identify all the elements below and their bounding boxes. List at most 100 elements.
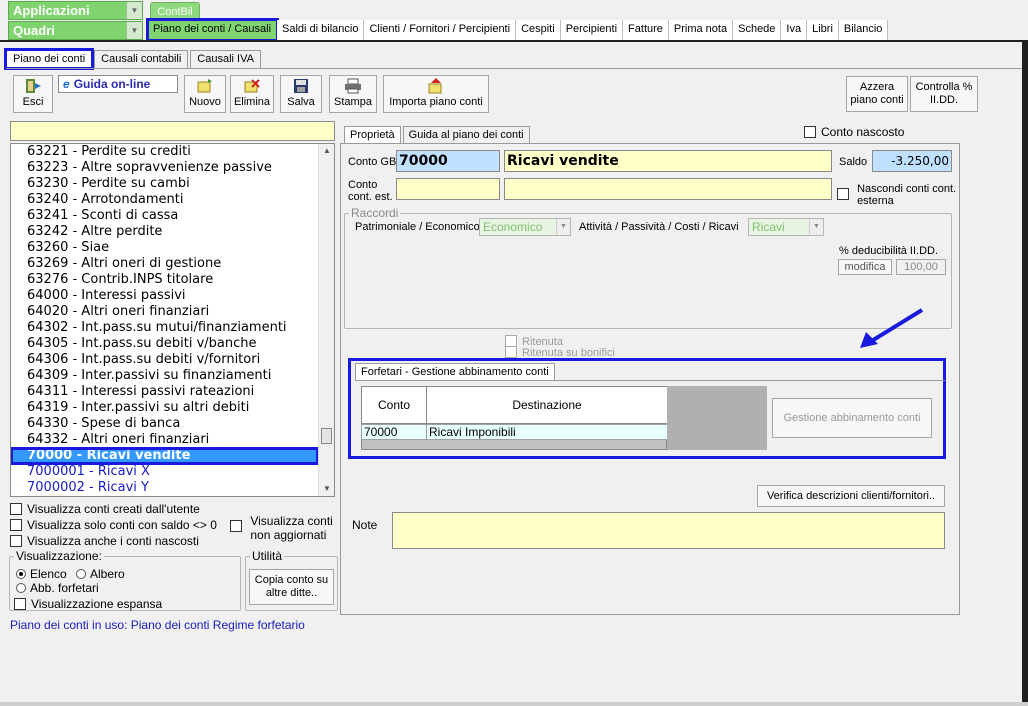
modifica-button[interactable]: modifica xyxy=(838,259,892,275)
conto-gb-desc-field[interactable]: Ricavi vendite xyxy=(504,150,832,172)
checkbox[interactable] xyxy=(10,503,22,515)
chevron-down-icon[interactable]: ▼ xyxy=(126,2,142,19)
list-item[interactable]: 63230 - Perdite su cambi xyxy=(11,176,318,192)
radio-icon[interactable] xyxy=(76,569,86,579)
azzera-button[interactable]: Azzera piano conti xyxy=(846,76,908,112)
menu-schede[interactable]: Schede xyxy=(733,20,782,40)
esci-button[interactable]: Esci xyxy=(13,75,53,113)
checkbox[interactable] xyxy=(230,520,242,532)
list-item[interactable]: 64330 - Spese di banca xyxy=(11,416,318,432)
list-item[interactable]: 64309 - Inter.passivi su finanziamenti xyxy=(11,368,318,384)
delete-icon xyxy=(244,79,260,93)
chevron-down-icon[interactable]: ▼ xyxy=(556,219,570,235)
checkbox[interactable] xyxy=(837,188,849,200)
list-item[interactable]: 64305 - Int.pass.su debiti v/banche xyxy=(11,336,318,352)
menu-percipienti[interactable]: Percipienti xyxy=(560,20,624,40)
list-item[interactable]: 64319 - Inter.passivi su altri debiti xyxy=(11,400,318,416)
list-scrollbar[interactable]: ▲ ▼ xyxy=(318,144,334,496)
list-item[interactable]: 64306 - Int.pass.su debiti v/fornitori xyxy=(11,352,318,368)
list-item-selected[interactable]: 70000 - Ricavi vendite xyxy=(11,447,319,465)
radio-elenco[interactable]: Elenco xyxy=(16,567,67,581)
checkbox[interactable] xyxy=(505,346,517,358)
list-item[interactable]: 63240 - Arrotondamenti xyxy=(11,192,318,208)
controlla-button[interactable]: Controlla % II.DD. xyxy=(910,76,978,112)
patr-select[interactable]: Economico ▼ xyxy=(479,218,571,236)
checkbox[interactable] xyxy=(10,535,22,547)
checkbox[interactable] xyxy=(14,598,26,610)
list-item[interactable]: 64020 - Altri oneri finanziari xyxy=(11,304,318,320)
radio-abb-forfetari[interactable]: Abb. forfetari xyxy=(16,581,99,595)
salva-button[interactable]: Salva xyxy=(280,75,322,113)
chk-solo-saldo[interactable]: Visualizza solo conti con saldo <> 0 xyxy=(10,518,217,532)
checkbox[interactable] xyxy=(804,126,816,138)
list-item[interactable]: 7000001 - Ricavi X xyxy=(11,464,318,480)
menu-cespiti[interactable]: Cespiti xyxy=(516,20,561,40)
copia-conto-button[interactable]: Copia conto su altre ditte.. xyxy=(249,569,334,605)
menu-libri[interactable]: Libri xyxy=(807,20,839,40)
list-item[interactable]: 64311 - Interessi passivi rateazioni xyxy=(11,384,318,400)
checkbox[interactable] xyxy=(10,519,22,531)
quadri-combo[interactable]: Quadri ▼ xyxy=(8,21,143,40)
nuovo-button[interactable]: Nuovo xyxy=(184,75,226,113)
list-item[interactable]: 63269 - Altri oneri di gestione xyxy=(11,256,318,272)
tab-proprieta[interactable]: Proprietà xyxy=(344,126,401,143)
scroll-thumb[interactable] xyxy=(321,428,332,444)
menu-prima-nota[interactable]: Prima nota xyxy=(668,20,734,40)
menu-piano-conti[interactable]: Piano dei conti / Causali xyxy=(145,18,280,42)
chk-nascondi-est[interactable]: Nascondi conti cont. esterna xyxy=(837,183,956,207)
applicazioni-combo[interactable]: Applicazioni ▼ xyxy=(8,1,143,20)
importa-button[interactable]: Importa piano conti xyxy=(383,75,489,113)
list-item[interactable]: 63223 - Altre sopravvenienze passive xyxy=(11,160,318,176)
search-input[interactable] xyxy=(10,121,335,141)
conto-gb-code-field[interactable]: 70000 xyxy=(396,150,500,172)
chk-non-aggiornati[interactable]: Visualizza conti non aggiornati xyxy=(230,514,333,542)
nuovo-label: Nuovo xyxy=(189,96,221,108)
scroll-up-icon[interactable]: ▲ xyxy=(319,144,334,158)
grid-cell-dest[interactable]: Ricavi Imponibili xyxy=(426,424,668,440)
scroll-down-icon[interactable]: ▼ xyxy=(319,482,334,496)
chk-conto-nascosto[interactable]: Conto nascosto xyxy=(804,125,904,139)
esci-label: Esci xyxy=(22,96,44,108)
list-item[interactable]: 64332 - Altri oneri finanziari xyxy=(11,432,318,448)
elimina-button[interactable]: Elimina xyxy=(230,75,274,113)
radio-icon[interactable] xyxy=(16,569,26,579)
tab-causali-iva[interactable]: Causali IVA xyxy=(190,50,261,68)
gestione-abbinamento-button[interactable]: Gestione abbinamento conti xyxy=(772,398,932,438)
list-item[interactable]: 64000 - Interessi passivi xyxy=(11,288,318,304)
list-item[interactable]: 63276 - Contrib.INPS titolare xyxy=(11,272,318,288)
chevron-down-icon[interactable]: ▼ xyxy=(809,219,823,235)
stampa-button[interactable]: Stampa xyxy=(329,75,377,113)
verifica-descrizioni-button[interactable]: Verifica descrizioni clienti/fornitori.. xyxy=(757,485,945,507)
list-item[interactable]: 63221 - Perdite su crediti xyxy=(11,144,318,160)
tab-piano-conti[interactable]: Piano dei conti xyxy=(3,48,95,70)
account-list[interactable]: 63221 - Perdite su crediti 63223 - Altre… xyxy=(10,143,335,497)
chk-creati-utente[interactable]: Visualizza conti creati dall'utente xyxy=(10,502,200,516)
radio-albero[interactable]: Albero xyxy=(76,567,125,581)
list-item[interactable]: 64302 - Int.pass.su mutui/finanziamenti xyxy=(11,320,318,336)
menu-clienti[interactable]: Clienti / Fornitori / Percipienti xyxy=(364,20,517,40)
list-item[interactable]: 7000002 - Ricavi Y xyxy=(11,480,318,496)
chk-nascosti[interactable]: Visualizza anche i conti nascosti xyxy=(10,534,199,548)
menu-iva[interactable]: Iva xyxy=(781,20,808,40)
grid-cell-conto[interactable]: 70000 xyxy=(361,424,427,440)
att-select[interactable]: Ricavi ▼ xyxy=(748,218,824,236)
radio-icon[interactable] xyxy=(16,583,26,593)
menu-bilancio[interactable]: Bilancio xyxy=(838,20,889,40)
tab-causali-contabili[interactable]: Causali contabili xyxy=(94,50,189,68)
forf-tab-line xyxy=(355,380,945,381)
list-item[interactable]: 63260 - Siae xyxy=(11,240,318,256)
list-item[interactable]: 63241 - Sconti di cassa xyxy=(11,208,318,224)
tab-guida-piano[interactable]: Guida al piano dei conti xyxy=(402,126,530,143)
chk-espansa[interactable]: Visualizzazione espansa xyxy=(14,597,162,611)
chevron-down-icon[interactable]: ▼ xyxy=(126,22,142,39)
conto-est-code-field[interactable] xyxy=(396,178,500,200)
note-textarea[interactable] xyxy=(392,512,945,549)
menu-fatture[interactable]: Fatture xyxy=(623,20,669,40)
menu-saldi[interactable]: Saldi di bilancio xyxy=(277,20,365,40)
contbil-tab[interactable]: ContBil xyxy=(150,2,200,20)
list-item[interactable]: 63242 - Altre perdite xyxy=(11,224,318,240)
tab-forfetari[interactable]: Forfetari - Gestione abbinamento conti xyxy=(355,363,555,380)
conto-est-desc-field[interactable] xyxy=(504,178,832,200)
guida-online-button[interactable]: e Guida on-line xyxy=(58,75,178,93)
patr-label: Patrimoniale / Economico xyxy=(355,221,480,233)
